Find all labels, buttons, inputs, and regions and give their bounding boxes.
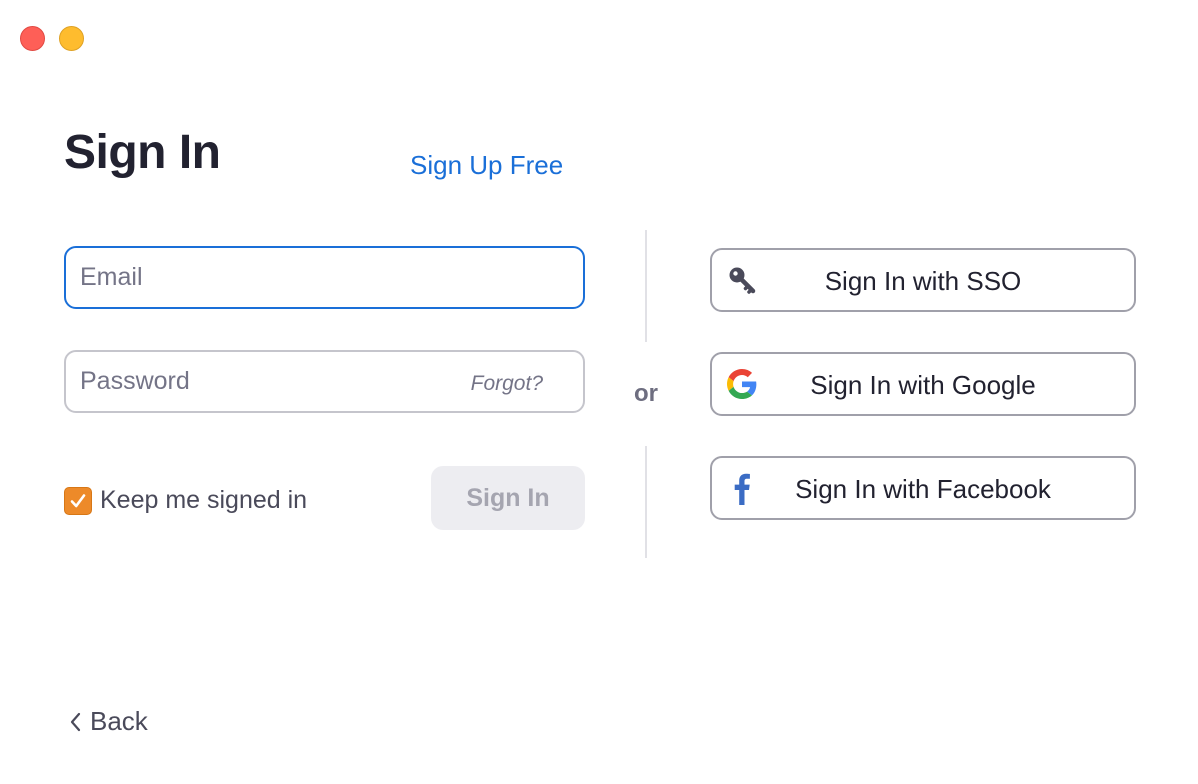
keep-signed-in-checkbox[interactable] [64, 486, 92, 515]
sign-in-sso-button[interactable]: Sign In with SSO [710, 248, 1136, 312]
keep-signed-in-toggle[interactable]: Keep me signed in [64, 486, 307, 515]
chevron-left-icon [70, 712, 81, 731]
close-window-button[interactable] [20, 26, 45, 51]
google-button-label: Sign In with Google [810, 370, 1036, 400]
facebook-button-label: Sign In with Facebook [795, 474, 1051, 504]
sign-up-free-link[interactable]: Sign Up Free [410, 150, 563, 181]
minimize-window-button[interactable] [59, 26, 84, 51]
sign-in-button[interactable]: Sign In [431, 466, 585, 530]
forgot-password-link[interactable]: Forgot? [471, 372, 543, 396]
password-field[interactable]: Forgot? [64, 350, 585, 413]
email-input[interactable] [66, 248, 583, 307]
back-label: Back [90, 706, 148, 736]
page-title: Sign In [64, 126, 221, 179]
sso-button-label: Sign In with SSO [824, 266, 1022, 296]
keep-signed-in-label: Keep me signed in [100, 486, 308, 514]
email-field[interactable] [64, 246, 585, 309]
sign-in-google-button[interactable]: Sign In with Google [710, 352, 1136, 416]
sign-in-window: Sign In Sign Up Free Forgot? Keep me sig… [0, 0, 1198, 784]
divider-bottom [645, 446, 647, 558]
divider-top [645, 230, 647, 342]
sign-in-facebook-button[interactable]: Sign In with Facebook [710, 456, 1136, 520]
or-separator: or [634, 380, 658, 407]
checkmark-icon [70, 493, 86, 507]
back-button[interactable]: Back [68, 706, 148, 737]
window-controls [20, 26, 84, 51]
